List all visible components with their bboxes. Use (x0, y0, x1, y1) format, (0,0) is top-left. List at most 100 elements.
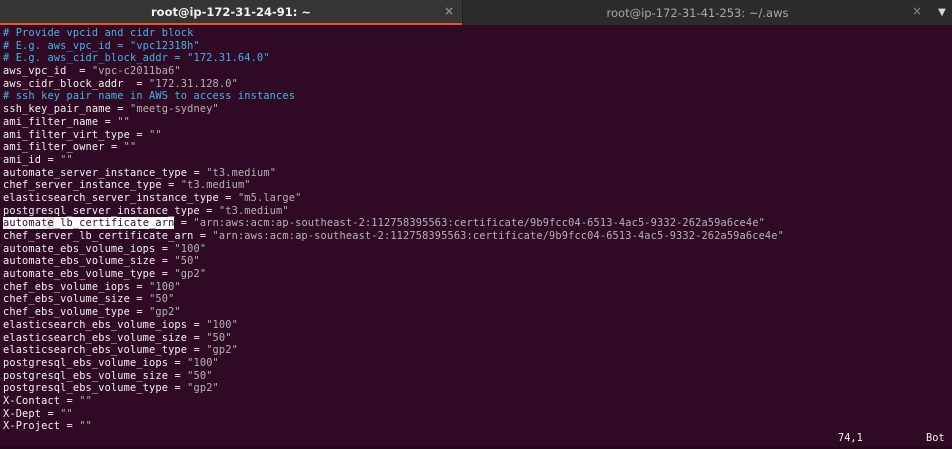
string-value: "" (123, 141, 137, 154)
assign-operator: = (123, 77, 150, 90)
variable-name: aws_cidr_block_addr (3, 77, 124, 90)
variable-name: ami_filter_name (3, 115, 99, 128)
cursor-position: 74,1 (838, 432, 863, 444)
editor-line: automate_server_instance_type = "t3.medi… (3, 167, 784, 180)
tab-bar: root@ip-172-31-24-91: ~ × root@ip-172-31… (0, 0, 952, 25)
assign-operator: = (60, 394, 80, 407)
close-icon[interactable]: × (912, 4, 922, 18)
variable-name: chef_server_instance_type (3, 179, 162, 192)
text-cursor: e (47, 217, 54, 230)
string-value: "172.31.128.0" (149, 77, 238, 90)
assign-operator: = (98, 115, 118, 128)
selected-text: automat (3, 217, 48, 230)
string-value: "100" (206, 318, 238, 331)
terminal-window: root@ip-172-31-24-91: ~ × root@ip-172-31… (0, 0, 952, 449)
editor-line: automate_ebs_volume_iops = "100" (3, 243, 784, 256)
editor-line: chef_ebs_volume_size = "50" (3, 293, 784, 306)
tab-root-24-91[interactable]: root@ip-172-31-24-91: ~ × (0, 0, 462, 25)
string-value: "" (60, 153, 73, 166)
string-value: "t3.medium" (218, 204, 289, 217)
editor-line: aws_cidr_block_addr = "172.31.128.0" (3, 78, 784, 91)
assign-operator: = (130, 128, 150, 141)
string-value: "50" (149, 293, 175, 306)
string-value: "" (117, 115, 131, 128)
terminal-viewport[interactable]: # Provide vpcid and cidr block # E.g. aws… (0, 25, 952, 449)
variable-name: aws_vpc_id (3, 65, 67, 78)
editor-line: aws_vpc_id = "vpc-c2011ba6" (3, 65, 784, 78)
string-value: "gp2" (174, 268, 207, 281)
variable-name: chef_ebs_volume_type (3, 306, 130, 319)
assign-operator: = (187, 344, 207, 357)
editor-line: ami_filter_owner = "" (3, 141, 784, 154)
string-value: "gp2" (187, 382, 219, 395)
assign-operator: = (218, 191, 238, 204)
selected-text: _lb_certificate_arn (53, 217, 175, 230)
editor-line: # Provide vpcid and cidr block (3, 27, 784, 40)
editor-line: elasticsearch_ebs_volume_size = "50" (3, 332, 784, 345)
assign-operator: = (168, 382, 188, 395)
string-value: "100" (149, 280, 181, 293)
editor-line: ami_filter_virt_type = "" (3, 129, 784, 142)
assign-operator: = (155, 242, 175, 255)
string-value: "" (79, 420, 92, 433)
assign-operator: = (155, 268, 175, 281)
variable-name: elasticsearch_ebs_volume_type (3, 344, 188, 357)
string-value: "" (79, 394, 92, 407)
editor-line: postgresql_ebs_volume_size = "50" (3, 370, 784, 383)
variable-name: X-Contact (3, 394, 61, 407)
assign-operator: = (155, 255, 175, 268)
variable-name: elasticsearch_ebs_volume_size (3, 331, 188, 344)
assign-operator: = (193, 230, 213, 242)
variable-name: ssh_key_pair_name (3, 103, 111, 116)
assign-operator: = (187, 166, 207, 179)
assign-operator: = (199, 204, 219, 217)
tab-root-41-253[interactable]: root@ip-172-31-41-253: ~/.aws × (462, 0, 932, 25)
variable-name: X-Dept (3, 407, 42, 420)
editor-line: # E.g. aws_cidr_block_addr = "172.31.64.… (3, 52, 784, 65)
editor-line: postgresql_server_instance_type = "t3.me… (3, 205, 784, 218)
editor-line: chef_server_instance_type = "t3.medium" (3, 179, 784, 192)
editor-line: postgresql_ebs_volume_iops = "100" (3, 357, 784, 370)
editor-line: chef_server_lb_certificate_arn = "arn:aw… (3, 230, 784, 243)
variable-name: automate_ebs_volume_iops (3, 242, 156, 255)
editor-line: X-Contact = "" (3, 395, 784, 408)
close-icon[interactable]: × (444, 4, 454, 18)
assign-operator: = (60, 420, 80, 433)
comment-text: # E.g. aws_cidr_block_addr = "172.31.64.… (3, 52, 270, 65)
assign-operator: = (110, 103, 130, 116)
editor-buffer[interactable]: # Provide vpcid and cidr block # E.g. aws… (3, 27, 784, 433)
variable-name: elasticsearch_ebs_volume_iops (3, 318, 188, 331)
string-value: "gp2" (206, 344, 238, 357)
assign-operator: = (41, 153, 61, 166)
editor-line: elasticsearch_server_instance_type = "m5… (3, 192, 784, 205)
editor-line: automate_ebs_volume_size = "50" (3, 255, 784, 268)
variable-name: chef_server_lb_certificate_arn (3, 230, 194, 242)
variable-name: elasticsearch_server_instance_type (3, 191, 219, 204)
editor-line: postgresql_ebs_volume_type = "gp2" (3, 382, 784, 395)
variable-name: automate_server_instance_type (3, 166, 188, 179)
string-value: "m5.large" (237, 191, 302, 204)
assign-operator: = (130, 306, 150, 319)
editor-line: chef_ebs_volume_type = "gp2" (3, 306, 784, 319)
assign-operator: = (187, 331, 207, 344)
editor-line: # E.g. aws_vpc_id = "vpc12318h" (3, 40, 784, 53)
string-value: "100" (187, 356, 219, 369)
variable-name: ami_filter_virt_type (3, 128, 130, 141)
string-value: "50" (187, 369, 213, 382)
editor-line: X-Project = "" (3, 420, 784, 433)
editor-line: chef_ebs_volume_iops = "100" (3, 281, 784, 294)
variable-name: automate_ebs_volume_size (3, 255, 156, 268)
variable-name: postgresql_ebs_volume_size (3, 369, 169, 382)
string-value: "50" (206, 331, 232, 344)
string-value: "gp2" (149, 306, 181, 319)
editor-line: automate_ebs_volume_type = "gp2" (3, 268, 784, 281)
string-value: "" (60, 407, 73, 420)
variable-name: chef_ebs_volume_size (3, 293, 130, 306)
string-value: "50" (174, 255, 200, 268)
assign-operator: = (187, 318, 207, 331)
tabs-menu-chevron-down-icon[interactable]: ▼ (932, 0, 952, 25)
editor-line: elasticsearch_ebs_volume_type = "gp2" (3, 344, 784, 357)
comment-text: # Provide vpcid and cidr block (3, 27, 194, 39)
tab-title: root@ip-172-31-24-91: ~ (151, 4, 311, 19)
assign-operator: = (161, 179, 181, 192)
